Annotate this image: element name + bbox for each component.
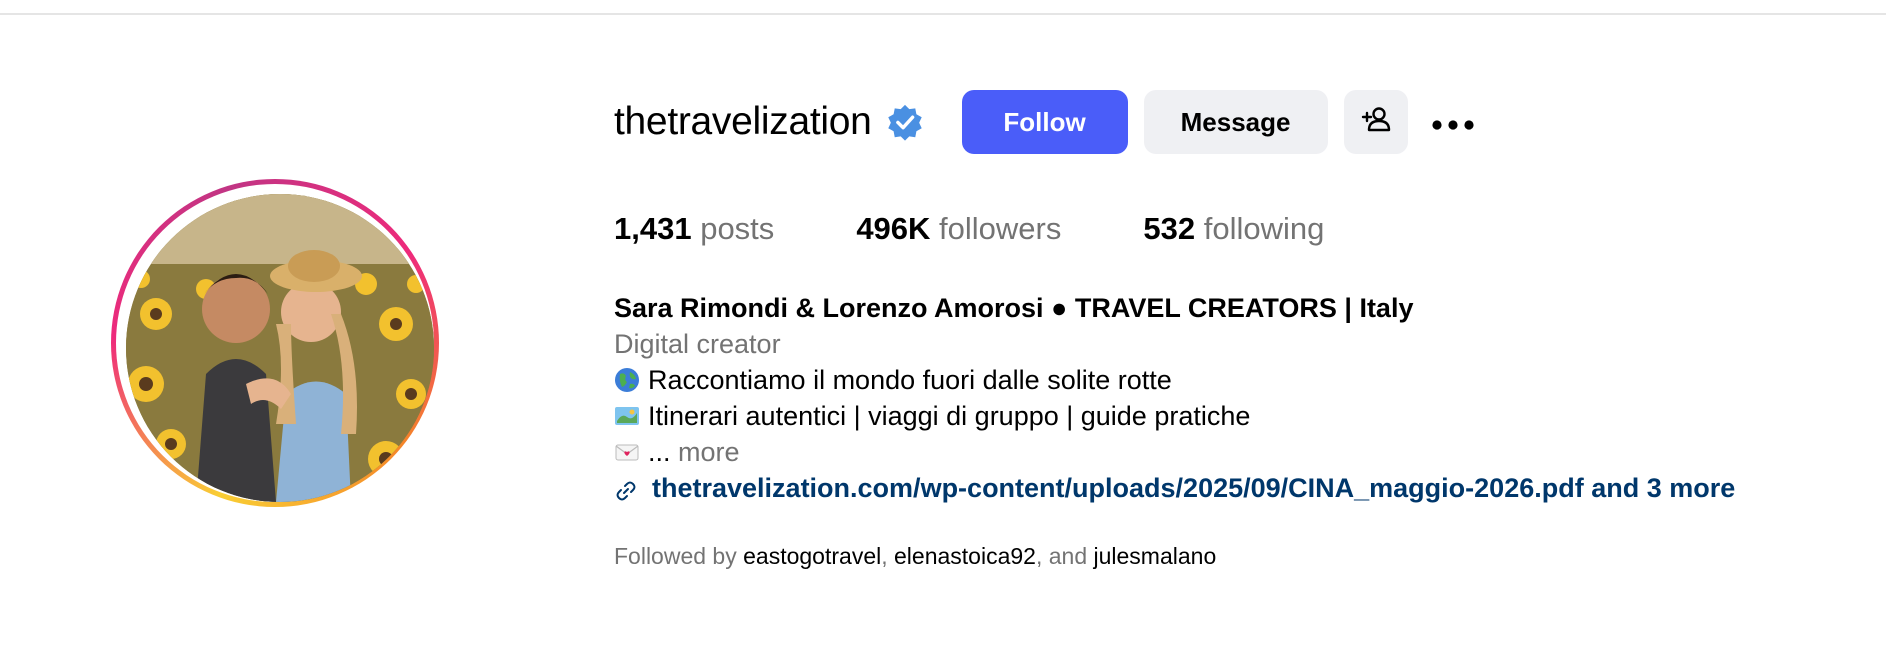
- followed-by-separator-2: , and: [1035, 543, 1088, 569]
- follow-button[interactable]: Follow: [961, 90, 1128, 154]
- following-count: 532: [1143, 211, 1196, 246]
- username: thetravelization: [614, 100, 872, 143]
- add-user-icon: [1360, 103, 1392, 142]
- more-options-button[interactable]: [1428, 90, 1478, 154]
- bio-line-2: Itinerari autentici | viaggi di gruppo |…: [614, 398, 1874, 434]
- posts-stat: 1,431 posts: [614, 211, 774, 247]
- bio-line-2-text: Itinerari autentici | viaggi di gruppo |…: [648, 401, 1251, 431]
- avatar-photo: [126, 194, 434, 502]
- bio-line-3: ... more: [614, 434, 1874, 470]
- full-name: Sara Rimondi & Lorenzo Amorosi ● TRAVEL …: [614, 293, 1414, 323]
- more-options-icon: [1431, 107, 1475, 138]
- globe-icon: [614, 366, 640, 392]
- followed-by-account-3[interactable]: julesmalano: [1094, 543, 1217, 569]
- add-user-button[interactable]: [1343, 90, 1408, 154]
- bio-line-1-text: Raccontiamo il mondo fuori dalle solite …: [648, 365, 1172, 395]
- category-label: Digital creator: [614, 329, 781, 359]
- profile-avatar[interactable]: [111, 179, 439, 507]
- message-button[interactable]: Message: [1143, 90, 1328, 154]
- link-icon: [614, 476, 638, 501]
- followed-by-separator-1: ,: [881, 543, 888, 569]
- love-letter-icon: [614, 438, 640, 464]
- followed-by-account-2[interactable]: elenastoica92: [894, 543, 1036, 569]
- bio-link-text[interactable]: thetravelization.com/wp-content/uploads/…: [652, 470, 1735, 506]
- following-stat[interactable]: 532 following: [1143, 211, 1324, 247]
- followed-by-prefix: Followed by: [614, 543, 737, 569]
- top-divider: [0, 13, 1886, 15]
- followers-label: followers: [939, 211, 1062, 246]
- profile-header: thetravelization Follow Message: [614, 90, 1478, 154]
- verified-badge-icon: [886, 103, 924, 141]
- profile-bio: Sara Rimondi & Lorenzo Amorosi ● TRAVEL …: [614, 290, 1874, 506]
- posts-label: posts: [700, 211, 775, 246]
- followed-by[interactable]: Followed by eastogotravel, elenastoica92…: [614, 543, 1216, 570]
- map-icon: [614, 402, 640, 428]
- followers-count: 496K: [856, 211, 931, 246]
- profile-stats: 1,431 posts 496K followers 532 following: [614, 211, 1406, 247]
- bio-more-link[interactable]: more: [678, 437, 740, 467]
- bio-ellipsis: ...: [648, 437, 671, 467]
- followed-by-account-1[interactable]: eastogotravel: [743, 543, 881, 569]
- bio-line-1: Raccontiamo il mondo fuori dalle solite …: [614, 362, 1874, 398]
- bio-link[interactable]: thetravelization.com/wp-content/uploads/…: [614, 470, 1874, 506]
- posts-count: 1,431: [614, 211, 692, 246]
- followers-stat[interactable]: 496K followers: [856, 211, 1061, 247]
- following-label: following: [1203, 211, 1325, 246]
